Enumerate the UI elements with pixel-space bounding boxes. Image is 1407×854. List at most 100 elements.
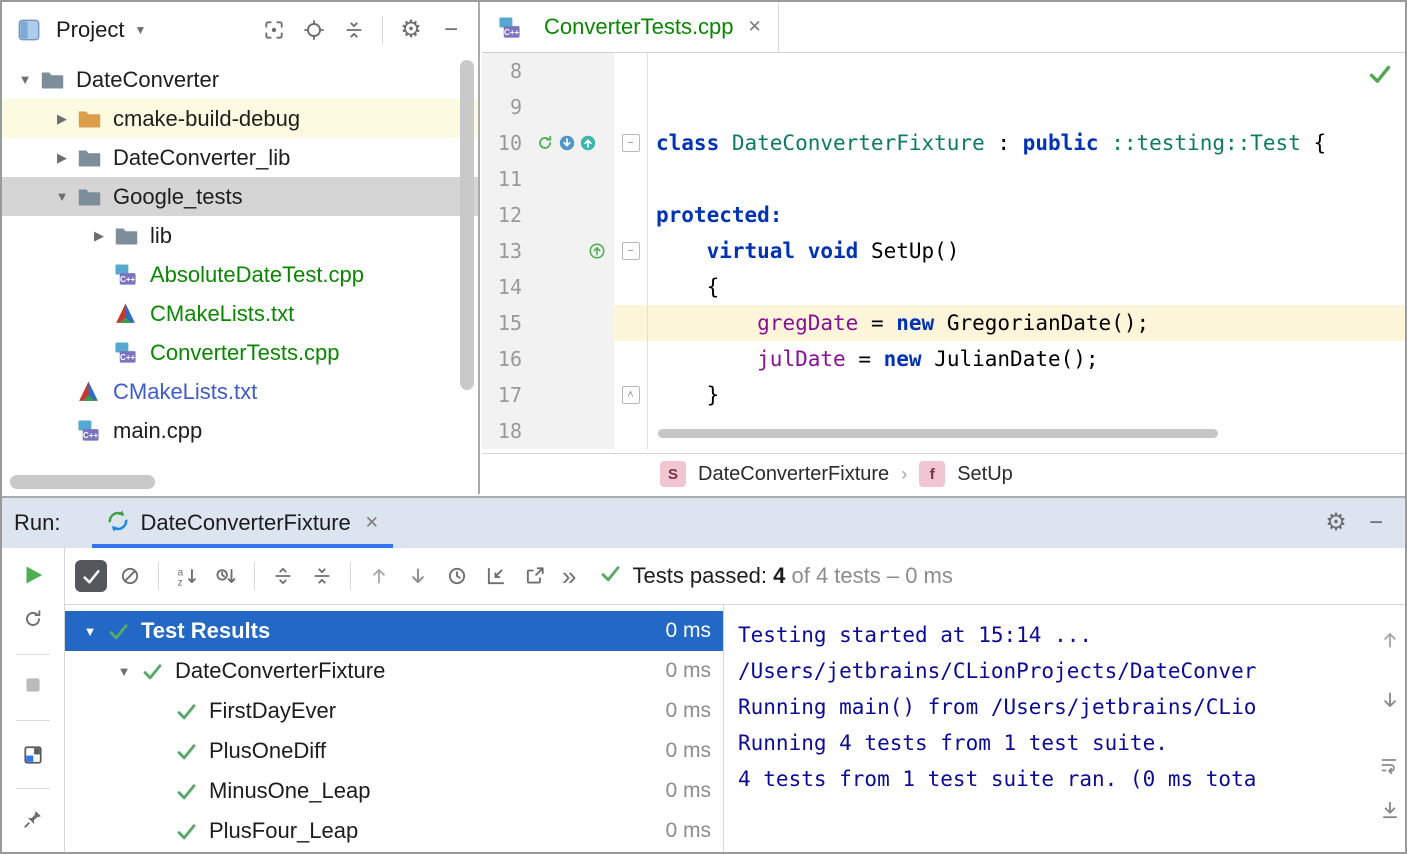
editor-horizontal-scrollbar[interactable] xyxy=(658,429,1218,438)
code-line-8[interactable]: 8 xyxy=(482,53,1405,89)
rerun-button[interactable] xyxy=(20,562,46,593)
editor-tab-convertertests[interactable]: C++ ConverterTests.cpp ✕ xyxy=(482,2,779,52)
close-tab-icon[interactable]: ✕ xyxy=(748,17,762,37)
chevron-expanded-icon[interactable]: ▼ xyxy=(47,189,77,204)
gutter-icons[interactable] xyxy=(532,125,614,161)
code-line-12[interactable]: 12protected: xyxy=(482,197,1405,233)
breadcrumb-item[interactable]: DateConverterFixture xyxy=(698,463,889,486)
console-scroll-controls xyxy=(1375,605,1405,852)
project-horizontal-scrollbar[interactable] xyxy=(10,475,155,489)
test-row-plusonediff[interactable]: PlusOneDiff0 ms xyxy=(65,731,723,771)
chevron-collapsed-icon[interactable]: ▶ xyxy=(47,150,77,166)
tree-item-google-tests[interactable]: ▼Google_tests xyxy=(2,177,478,216)
sort-by-duration-button[interactable] xyxy=(210,560,242,592)
code-line-10[interactable]: 10−class DateConverterFixture : public :… xyxy=(482,125,1405,161)
test-runner-layout-button[interactable] xyxy=(22,744,44,771)
gutter-icons[interactable] xyxy=(532,233,614,269)
console-output[interactable]: Testing started at 15:14 .../Users/jetbr… xyxy=(723,605,1375,852)
toolbar-separator xyxy=(382,16,383,44)
run-tab-dateconverterfixture[interactable]: DateConverterFixture ✕ xyxy=(92,498,393,548)
project-title[interactable]: Project xyxy=(56,17,124,43)
rerun-failed-tests-button[interactable] xyxy=(22,608,44,635)
settings-button[interactable]: ⚙ xyxy=(1319,507,1353,539)
tree-item-dateconverter-lib[interactable]: ▶DateConverter_lib xyxy=(2,138,478,177)
gutter-icons xyxy=(532,197,614,233)
hide-panel-button[interactable]: − xyxy=(1359,507,1393,539)
cpp-file-icon: C++ xyxy=(498,14,525,40)
test-row-test-results[interactable]: ▼Test Results0 ms xyxy=(65,611,723,651)
scroll-to-end-button[interactable] xyxy=(1379,799,1401,826)
soft-wrap-button[interactable] xyxy=(1379,755,1401,782)
test-row-minusone-leap[interactable]: MinusOne_Leap0 ms xyxy=(65,771,723,811)
line-number: 11 xyxy=(482,161,532,197)
export-test-results-button[interactable] xyxy=(519,560,551,592)
code-line-14[interactable]: 14 { xyxy=(482,269,1405,305)
close-tab-icon[interactable]: ✕ xyxy=(365,513,379,533)
code-text xyxy=(648,53,1405,89)
fold-marker[interactable]: − xyxy=(614,125,648,161)
scroll-up-button[interactable] xyxy=(1379,629,1401,656)
hide-panel-button[interactable]: − xyxy=(434,14,468,46)
test-passed-icon xyxy=(173,738,199,764)
code-line-17[interactable]: 17˄ } xyxy=(482,377,1405,413)
tree-item-dateconverter[interactable]: ▼DateConverter xyxy=(2,60,478,99)
previous-failed-test-button[interactable] xyxy=(363,560,395,592)
chevron-expanded-icon[interactable]: ▼ xyxy=(109,664,139,679)
settings-button[interactable]: ⚙ xyxy=(394,14,428,46)
struct-icon: S xyxy=(660,461,686,487)
code-text: virtual void SetUp() xyxy=(648,233,1405,269)
next-failed-test-button[interactable] xyxy=(402,560,434,592)
sort-alphabetically-button[interactable]: az xyxy=(171,560,203,592)
chevron-expanded-icon[interactable]: ▼ xyxy=(75,624,105,639)
test-duration: 0 ms xyxy=(665,779,711,803)
tree-item-cmake-build-debug[interactable]: ▶cmake-build-debug xyxy=(2,99,478,138)
chevron-collapsed-icon[interactable]: ▶ xyxy=(47,111,77,127)
more-actions-button[interactable]: » xyxy=(562,563,576,589)
tree-item-cmakelists-txt[interactable]: CMakeLists.txt xyxy=(2,372,478,411)
fold-marker[interactable]: − xyxy=(614,233,648,269)
test-row-dateconverterfixture[interactable]: ▼DateConverterFixture0 ms xyxy=(65,651,723,691)
tree-item-lib[interactable]: ▶lib xyxy=(2,216,478,255)
line-number: 9 xyxy=(482,89,532,125)
show-ignored-toggle[interactable] xyxy=(114,560,146,592)
breadcrumb-item[interactable]: SetUp xyxy=(957,463,1013,486)
code-editor[interactable]: 8910−class DateConverterFixture : public… xyxy=(482,53,1405,453)
chevron-down-icon[interactable]: ▼ xyxy=(134,23,146,37)
code-line-16[interactable]: 16 julDate = new JulianDate(); xyxy=(482,341,1405,377)
fold-marker[interactable]: ˄ xyxy=(614,377,648,413)
gutter-icons xyxy=(532,161,614,197)
tree-item-absolutedatetest-cpp[interactable]: C++AbsoluteDateTest.cpp xyxy=(2,255,478,294)
project-tree: ▼DateConverter▶cmake-build-debug▶DateCon… xyxy=(2,60,478,450)
test-history-button[interactable] xyxy=(441,560,473,592)
chevron-collapsed-icon[interactable]: ▶ xyxy=(84,228,114,244)
gutter-icons xyxy=(532,53,614,89)
scroll-down-button[interactable] xyxy=(1379,689,1401,716)
collapse-all-button[interactable] xyxy=(337,14,371,46)
folder-icon xyxy=(114,223,141,249)
locate-target-button[interactable] xyxy=(297,14,331,46)
select-opened-file-button[interactable] xyxy=(257,14,291,46)
cpp-icon: C++ xyxy=(114,340,141,366)
code-line-13[interactable]: 13− virtual void SetUp() xyxy=(482,233,1405,269)
toolbar-separator xyxy=(158,562,159,590)
tree-item-cmakelists-txt[interactable]: CMakeLists.txt xyxy=(2,294,478,333)
code-text: class DateConverterFixture : public ::te… xyxy=(648,125,1405,161)
inspections-ok-icon[interactable] xyxy=(1367,61,1393,92)
show-passed-toggle[interactable] xyxy=(75,560,107,592)
test-row-firstdayever[interactable]: FirstDayEver0 ms xyxy=(65,691,723,731)
tree-item-convertertests-cpp[interactable]: C++ConverterTests.cpp xyxy=(2,333,478,372)
code-line-11[interactable]: 11 xyxy=(482,161,1405,197)
expand-all-button[interactable] xyxy=(267,560,299,592)
project-vertical-scrollbar[interactable] xyxy=(460,60,474,390)
code-line-9[interactable]: 9 xyxy=(482,89,1405,125)
project-tool-window: Project ▼ ⚙ − ▼DateConverter▶cmake-build… xyxy=(2,2,480,494)
tree-item-main-cpp[interactable]: C++main.cpp xyxy=(2,411,478,450)
collapse-all-button[interactable] xyxy=(306,560,338,592)
pin-tab-button[interactable] xyxy=(22,808,44,835)
chevron-expanded-icon[interactable]: ▼ xyxy=(10,72,40,87)
code-line-15[interactable]: 15 gregDate = new GregorianDate(); xyxy=(482,305,1405,341)
import-test-results-button[interactable] xyxy=(480,560,512,592)
test-passed-icon xyxy=(173,698,199,724)
test-row-plusfour-leap[interactable]: PlusFour_Leap0 ms xyxy=(65,811,723,851)
cmake-icon xyxy=(77,379,104,405)
